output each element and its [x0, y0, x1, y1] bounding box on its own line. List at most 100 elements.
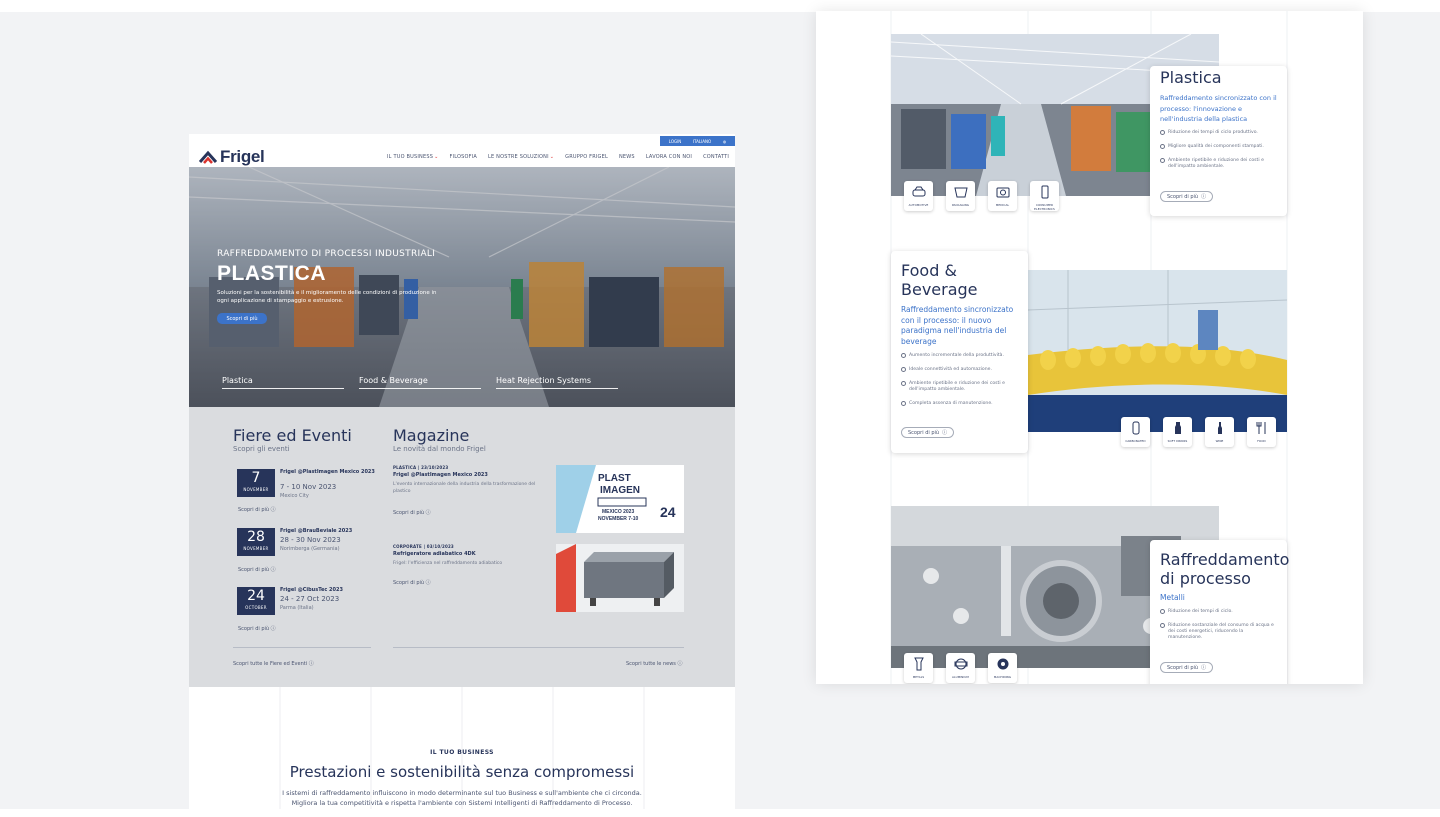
nav-item-label: LAVORA CON NOI — [645, 154, 693, 160]
frigel-logo-icon — [199, 150, 217, 164]
nav-item-le-nostre-soluzioni[interactable]: LE NOSTRE SOLUZIONI⌄ — [488, 154, 554, 160]
nav-item-label: LE NOSTRE SOLUZIONI — [488, 154, 549, 160]
magazine-link[interactable]: Scopri di più ⓘ — [393, 579, 431, 586]
event-date-box: 24 OCTOBER — [237, 587, 275, 615]
event-date-box: 28 NOVEMBER — [237, 528, 275, 556]
magazine-article-title[interactable]: Frigel @PlastImagen Mexico 2023 — [393, 472, 488, 478]
nav-item-lavora-con-noi[interactable]: LAVORA CON NOI — [646, 154, 692, 160]
magazine-link[interactable]: Scopri di più ⓘ — [393, 509, 431, 516]
language-selector[interactable]: ITALIANO — [693, 139, 711, 144]
homepage-mockup: LOGIN ITALIANO ◍ Frigel IL TUO BUSINESS⌄… — [189, 134, 735, 809]
card-bullet: Riduzione dei tempi di ciclo produttivo. — [1160, 130, 1278, 136]
magazine-subtitle: Le novità dal mondo Frigel — [393, 445, 486, 453]
nav-item-gruppo-frigel[interactable]: GRUPPO FRIGEL — [565, 154, 608, 160]
hero-tab-food-beverage[interactable]: Food & Beverage — [359, 376, 481, 389]
nav-item-label: CONTATTI — [703, 154, 730, 160]
event-month: OCTOBER — [245, 605, 267, 610]
process-cooling-card: Raffreddamento di processo Metalli Riduz… — [1150, 540, 1290, 684]
all-news-link[interactable]: Scopri tutte le news ⓘ — [626, 660, 683, 667]
check-circle-icon — [1160, 158, 1165, 163]
aluminium-icon[interactable]: ALUMINIUM — [946, 653, 975, 683]
magazine-tag: PLASTICA | 23/10/2023 — [393, 465, 449, 470]
card-title: Raffreddamento di processo — [1160, 550, 1290, 588]
food-beverage-card: Food & Beverage Raffreddamento sincroniz… — [891, 251, 1028, 453]
event-link[interactable]: Scopri di più ⓘ — [238, 566, 276, 573]
soft-drinks-icon[interactable]: SOFT DRINKS — [1163, 417, 1192, 447]
nav-item-il-tuo-business[interactable]: IL TUO BUSINESS⌄ — [387, 154, 438, 160]
event-link[interactable]: Scopri di più ⓘ — [238, 625, 276, 632]
main-nav: IL TUO BUSINESS⌄ FILOSOFIA LE NOSTRE SOLUZ… — [387, 146, 729, 168]
hero-tab-plastica[interactable]: Plastica — [222, 376, 344, 389]
check-circle-icon — [901, 381, 906, 386]
event-dates: 28 - 30 Nov 2023 — [280, 536, 341, 544]
card-bullet: Ideale connettività ed automazione. — [901, 367, 1019, 373]
events-divider — [233, 647, 371, 648]
hero-cta-button[interactable]: Scopri di più — [217, 313, 267, 324]
card-bullet: Ambiente ripetibile e riduzione dei cost… — [901, 381, 1019, 393]
food-beverage-discover-button[interactable]: Scopri di più ⓘ — [901, 427, 955, 438]
card-bullet: Ambiente ripetibile e riduzione dei cost… — [1160, 158, 1278, 170]
event-place: Parma (Italia) — [280, 605, 314, 611]
nav-item-label: IL TUO BUSINESS — [387, 154, 434, 160]
november-text: NOVEMBER 7-10 — [598, 516, 639, 522]
medical-icon[interactable]: MEDICAL — [988, 181, 1017, 211]
nav-item-news[interactable]: NEWS — [619, 154, 635, 160]
event-item[interactable]: 24 OCTOBER Frigel @CibusTec 2023 24 - 27… — [237, 587, 377, 617]
event-dates: 7 - 10 Nov 2023 — [280, 483, 337, 491]
nav-item-filosofia[interactable]: FILOSOFIA — [449, 154, 477, 160]
wine-icon[interactable]: WINE — [1205, 417, 1234, 447]
hero-tab-heat-rejection[interactable]: Heat Rejection Systems — [496, 376, 618, 389]
check-circle-icon — [1160, 144, 1165, 149]
check-circle-icon — [901, 353, 906, 358]
info-circle-icon: ⓘ — [1201, 194, 1207, 200]
consumer-electronics-icon[interactable]: CONSUMER ELECTRONICS — [1030, 181, 1059, 211]
nav-item-label: FILOSOFIA — [449, 154, 478, 160]
card-bullet: Completa assenza di manutenzione. — [901, 401, 1019, 407]
frigel-logo[interactable]: Frigel — [199, 146, 265, 168]
nav-item-label: GRUPPO FRIGEL — [565, 154, 608, 160]
nav-item-contatti[interactable]: CONTATTI — [703, 154, 729, 160]
magazine-article-desc: Frigel: l'efficienza nel raffreddamento … — [393, 561, 503, 566]
all-events-link[interactable]: Scopri tutte le Fiere ed Eventi ⓘ — [233, 660, 314, 667]
carbonated-icon[interactable]: CARBONATED — [1121, 417, 1150, 447]
imagen-text: IMAGEN — [600, 485, 640, 496]
packaging-icon[interactable]: PACKAGING — [946, 181, 975, 211]
event-link[interactable]: Scopri di più ⓘ — [238, 506, 276, 513]
event-name: Frigel @BrauBeviale 2023 — [280, 528, 353, 534]
card-description: Raffreddamento sincronizzato con il proc… — [901, 305, 1014, 346]
event-item[interactable]: 7 NOVEMBER Frigel @PlastImagen Mexico 20… — [237, 469, 377, 499]
info-circle-icon: ⓘ — [1201, 665, 1207, 671]
hero-cta-label: Scopri di più — [226, 315, 258, 322]
business-title: Prestazioni e sostenibilità senza compro… — [289, 763, 635, 781]
magazine-article-desc: L'evento internazionale della industria … — [393, 482, 536, 494]
automotive-icon[interactable]: AUTOMOTIVE — [904, 181, 933, 211]
metals-icon[interactable]: METALS — [904, 653, 933, 683]
nav-item-label: NEWS — [618, 154, 635, 160]
event-name: Frigel @CibusTec 2023 — [280, 587, 343, 593]
bottom-strip — [0, 809, 1440, 817]
globe-icon: ◍ — [722, 138, 727, 144]
process-cooling-discover-button[interactable]: Scopri di più ⓘ — [1160, 662, 1214, 673]
food-icon[interactable]: FOOD — [1247, 417, 1276, 447]
event-day: 24 — [247, 588, 265, 604]
event-item[interactable]: 28 NOVEMBER Frigel @BrauBeviale 2023 28 … — [237, 528, 377, 558]
event-day: 7 — [251, 470, 261, 486]
mexico-text: MEXICO 2023 — [602, 509, 634, 515]
events-magazine-section: Fiere ed Eventi Scopri gli eventi 7 NOVE… — [189, 407, 735, 687]
login-label[interactable]: LOGIN — [669, 139, 682, 144]
check-circle-icon — [1160, 623, 1165, 628]
hero-title: PLASTICA — [217, 262, 326, 285]
magazine-divider — [393, 647, 684, 648]
event-dates: 24 - 27 Oct 2023 — [280, 595, 340, 603]
machining-icon[interactable]: MACHINING — [988, 653, 1017, 683]
event-place: Norimberga (Germania) — [280, 546, 340, 552]
magazine-article-title[interactable]: Refrigeratore adiabatico 4DK — [393, 551, 476, 557]
check-circle-icon — [1160, 130, 1165, 135]
card-title: Plastica — [1160, 68, 1222, 87]
plastica-discover-button[interactable]: Scopri di più ⓘ — [1160, 191, 1214, 202]
login-bar[interactable]: LOGIN ITALIANO ◍ — [660, 136, 735, 146]
plastimagen-image[interactable]: PLAST IMAGEN MEXICO 2023 NOVEMBER 7-10 2… — [556, 465, 684, 533]
adiabatic-cooler-image[interactable] — [556, 544, 684, 612]
event-place: Mexico City — [280, 493, 309, 499]
events-subtitle: Scopri gli eventi — [233, 445, 290, 453]
